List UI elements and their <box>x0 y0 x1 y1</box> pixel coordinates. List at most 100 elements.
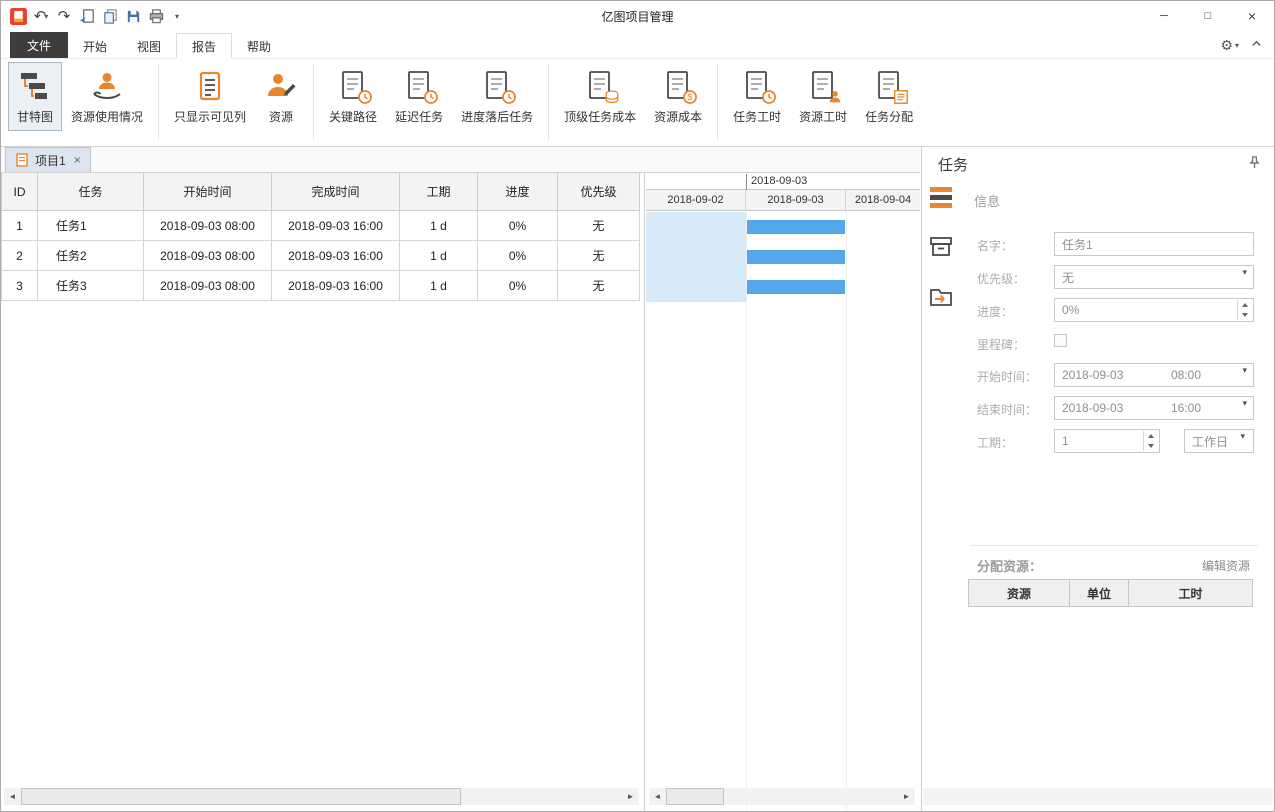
scrollbar-track[interactable] <box>21 788 622 805</box>
cell-id[interactable]: 3 <box>1 271 38 301</box>
milestone-checkbox[interactable] <box>1054 334 1067 347</box>
gantt-bar[interactable] <box>747 220 845 234</box>
name-input[interactable] <box>1054 232 1254 256</box>
maximize-button[interactable]: □ <box>1186 1 1230 31</box>
open-button[interactable] <box>100 5 120 27</box>
ribbon-button-critical-path[interactable]: 关键路径 <box>320 62 386 131</box>
spin-up-icon[interactable] <box>1238 300 1252 310</box>
edit-resources-link[interactable]: 编辑资源 <box>1202 557 1250 574</box>
task-assignment-icon <box>872 69 906 103</box>
cell-finish[interactable]: 2018-09-03 16:00 <box>272 271 400 301</box>
cell-start[interactable]: 2018-09-03 08:00 <box>144 241 272 271</box>
tab-home[interactable]: 开始 <box>68 33 122 59</box>
cell-priority[interactable]: 无 <box>558 271 640 301</box>
scroll-left-icon[interactable]: ◄ <box>4 788 21 805</box>
save-button[interactable] <box>123 5 143 27</box>
chevron-down-icon[interactable]: ▾ <box>1242 398 1247 409</box>
ribbon-button-resource-cost[interactable]: 资源成本 <box>645 62 711 131</box>
cell-duration[interactable]: 1 d <box>400 271 478 301</box>
ribbon-toolbar: 甘特图 资源使用情况 只显示可见列 资源 关键路径 <box>1 59 1274 147</box>
cell-start[interactable]: 2018-09-03 08:00 <box>144 271 272 301</box>
gantt-bar[interactable] <box>747 250 845 264</box>
cell-progress[interactable]: 0% <box>478 241 558 271</box>
gantt-chart-pane: 2018-09-03 2018-09-02 2018-09-03 2018-09… <box>646 173 920 811</box>
column-header-finish[interactable]: 完成时间 <box>272 173 400 211</box>
application-window: ↶▾ ↷ ▾ 亿图项目管理 ─ □ × 文件 开始 视图 报告 帮助 ⚙▾ <box>0 0 1275 812</box>
column-header-duration[interactable]: 工期 <box>400 173 478 211</box>
cell-progress[interactable]: 0% <box>478 271 558 301</box>
ribbon-button-visible-columns[interactable]: 只显示可见列 <box>165 62 255 131</box>
scroll-right-icon[interactable]: ► <box>622 788 639 805</box>
minimize-button[interactable]: ─ <box>1142 1 1186 31</box>
cell-id[interactable]: 2 <box>1 241 38 271</box>
table-row-1[interactable]: 1 任务1 2018-09-03 08:00 2018-09-03 16:00 … <box>1 211 644 241</box>
cell-progress[interactable]: 0% <box>478 211 558 241</box>
column-header-start[interactable]: 开始时间 <box>144 173 272 211</box>
column-header-priority[interactable]: 优先级 <box>558 173 640 211</box>
table-row-2[interactable]: 2 任务2 2018-09-03 08:00 2018-09-03 16:00 … <box>1 241 644 271</box>
name-label: 名字： <box>977 237 1013 254</box>
cell-duration[interactable]: 1 d <box>400 241 478 271</box>
gantt-bar[interactable] <box>747 280 845 294</box>
column-header-id[interactable]: ID <box>1 173 38 211</box>
spin-down-icon[interactable] <box>1144 441 1158 451</box>
ribbon-button-behind-schedule-tasks[interactable]: 进度落后任务 <box>452 62 542 131</box>
file-menu-button[interactable]: 文件 <box>10 32 68 58</box>
settings-button[interactable]: ⚙▾ <box>1220 37 1239 54</box>
tab-close-icon[interactable]: × <box>74 153 81 167</box>
panel-scrollbar-track[interactable] <box>923 788 1273 805</box>
scrollbar-track[interactable] <box>666 788 898 805</box>
cell-task[interactable]: 任务1 <box>38 211 144 241</box>
scroll-right-icon[interactable]: ► <box>898 788 915 805</box>
ribbon-button-task-assignment[interactable]: 任务分配 <box>856 62 922 131</box>
ribbon-button-task-hours[interactable]: 任务工时 <box>724 62 790 131</box>
ribbon-button-delayed-tasks[interactable]: 延迟任务 <box>386 62 452 131</box>
app-logo-icon[interactable] <box>8 5 28 27</box>
close-button[interactable]: × <box>1230 1 1274 31</box>
column-header-task[interactable]: 任务 <box>38 173 144 211</box>
cell-priority[interactable]: 无 <box>558 211 640 241</box>
cell-task[interactable]: 任务3 <box>38 271 144 301</box>
cell-finish[interactable]: 2018-09-03 16:00 <box>272 241 400 271</box>
task-info-tab-icon[interactable] <box>927 183 955 211</box>
column-header-progress[interactable]: 进度 <box>478 173 558 211</box>
pin-panel-button[interactable] <box>1248 156 1261 169</box>
chevron-down-icon[interactable]: ▾ <box>1242 365 1247 376</box>
ribbon-button-resource-hours[interactable]: 资源工时 <box>790 62 856 131</box>
import-button[interactable] <box>77 5 97 27</box>
cell-duration[interactable]: 1 d <box>400 211 478 241</box>
scrollbar-thumb[interactable] <box>21 788 461 805</box>
cell-task[interactable]: 任务2 <box>38 241 144 271</box>
cell-priority[interactable]: 无 <box>558 241 640 271</box>
collapse-ribbon-button[interactable] <box>1251 38 1262 52</box>
ribbon-button-gantt-chart[interactable]: 甘特图 <box>8 62 62 131</box>
ribbon-button-top-task-cost[interactable]: 顶级任务成本 <box>555 62 645 131</box>
scroll-left-icon[interactable]: ◄ <box>649 788 666 805</box>
tab-report[interactable]: 报告 <box>176 33 232 59</box>
tab-help[interactable]: 帮助 <box>232 33 286 59</box>
scrollbar-thumb[interactable] <box>666 788 724 805</box>
redo-button[interactable]: ↷ <box>54 5 74 27</box>
ribbon-button-resource-usage[interactable]: 资源使用情况 <box>62 62 152 131</box>
print-button[interactable] <box>146 5 166 27</box>
document-tab-project1[interactable]: 项目1 × <box>5 147 91 172</box>
chevron-down-icon[interactable]: ▾ <box>1242 267 1247 278</box>
customize-toolbar-button[interactable]: ▾ <box>167 5 187 27</box>
undo-button[interactable]: ↶▾ <box>31 5 51 27</box>
cell-finish[interactable]: 2018-09-03 16:00 <box>272 211 400 241</box>
start-time-picker[interactable]: 2018-09-03 08:00 <box>1054 363 1254 387</box>
ribbon-button-resource[interactable]: 资源 <box>255 62 307 131</box>
cell-id[interactable]: 1 <box>1 211 38 241</box>
table-row-3[interactable]: 3 任务3 2018-09-03 08:00 2018-09-03 16:00 … <box>1 271 644 301</box>
tab-view[interactable]: 视图 <box>122 33 176 59</box>
end-time-picker[interactable]: 2018-09-03 16:00 <box>1054 396 1254 420</box>
spin-up-icon[interactable] <box>1144 431 1158 441</box>
progress-spinner[interactable]: 0% <box>1054 298 1254 322</box>
spin-down-icon[interactable] <box>1238 310 1252 320</box>
cell-start[interactable]: 2018-09-03 08:00 <box>144 211 272 241</box>
chevron-down-icon[interactable]: ▾ <box>1240 431 1245 442</box>
behind-schedule-tasks-icon <box>480 69 514 103</box>
priority-select[interactable]: 无 <box>1054 265 1254 289</box>
assigned-resources-header: 分配资源： 编辑资源 <box>922 551 1274 577</box>
duration-spinner[interactable]: 1 <box>1054 429 1160 453</box>
